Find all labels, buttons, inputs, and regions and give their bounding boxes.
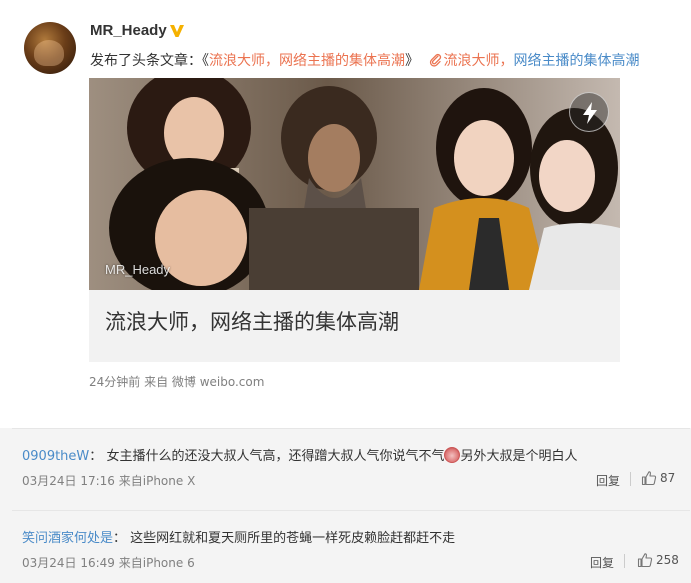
article-card[interactable]: MR_Heady 流浪大师，网络主播的集体高潮 [89, 78, 620, 362]
post-action-text: 发布了头条文章： [90, 53, 202, 69]
flash-icon[interactable] [569, 92, 609, 132]
article-cover-photo[interactable]: MR_Heady [89, 78, 620, 290]
cover-illustration [89, 78, 620, 290]
weibo-post: MR_Heady 发布了头条文章：《流浪大师，网络主播的集体高潮》 流浪大师，网… [0, 0, 691, 420]
vip-badge-icon[interactable] [169, 23, 185, 38]
comment-body: 0909theW： 女主播什么的还没大叔人气高，还得蹭大叔人气你说气不气 另外大叔… [22, 445, 577, 464]
comment-meta: 03月24日 17:16 来自iPhone X [22, 474, 196, 488]
comment-list: 0909theW： 女主播什么的还没大叔人气高，还得蹭大叔人气你说气不气 另外大叔… [0, 428, 691, 583]
article-link-part2[interactable]: 网络主播的集体高潮 [513, 53, 639, 69]
post-text: 发布了头条文章：《流浪大师，网络主播的集体高潮》 流浪大师，网络主播的集体高潮 [90, 50, 639, 70]
thumbs-up-icon [637, 553, 653, 568]
divider [624, 554, 625, 568]
comment-text: 女主播什么的还没大叔人气高，还得蹭大叔人气你说气不气 [106, 449, 445, 464]
like-count: 258 [656, 553, 679, 567]
comment-author[interactable]: 笑问酒家何处是 [22, 531, 113, 546]
comment-item: 0909theW： 女主播什么的还没大叔人气高，还得蹭大叔人气你说气不气 另外大叔… [12, 428, 690, 498]
emoji-icon [444, 447, 461, 463]
quote-close: 》 [405, 53, 419, 69]
user-name[interactable]: MR_Heady [90, 22, 167, 39]
thumbs-up-icon [641, 471, 657, 486]
article-link-part1[interactable]: 流浪大师， [443, 53, 513, 69]
comment-item: 笑问酒家何处是： 这些网红就和夏天厕所里的苍蝇一样死皮赖脸赶都赶不走 03月24… [12, 510, 690, 580]
quote-open: 《 [202, 53, 209, 69]
photo-watermark: MR_Heady [105, 262, 171, 277]
like-button[interactable]: 87 [641, 470, 675, 486]
article-title[interactable]: 流浪大师，网络主播的集体高潮 [105, 306, 399, 336]
like-button[interactable]: 258 [637, 552, 679, 568]
quoted-article-title[interactable]: 流浪大师，网络主播的集体高潮 [209, 53, 405, 69]
post-meta: 24分钟前 来自 微博 weibo.com [89, 375, 265, 389]
divider [630, 472, 631, 486]
comment-author[interactable]: 0909theW [22, 449, 89, 464]
comment-meta: 03月24日 16:49 来自iPhone 6 [22, 556, 195, 570]
user-avatar[interactable] [24, 22, 76, 74]
reply-button[interactable]: 回复 [596, 472, 620, 489]
comment-separator: ： [113, 531, 127, 546]
comment-body: 笑问酒家何处是： 这些网红就和夏天厕所里的苍蝇一样死皮赖脸赶都赶不走 [22, 527, 455, 546]
reply-button[interactable]: 回复 [590, 554, 614, 571]
comment-text-tail: 另外大叔是个明白人 [460, 449, 578, 464]
like-count: 87 [660, 471, 676, 485]
link-clip-icon [430, 53, 442, 67]
comment-separator: ： [89, 449, 103, 464]
comment-text: 这些网红就和夏天厕所里的苍蝇一样死皮赖脸赶都赶不走 [130, 531, 456, 546]
